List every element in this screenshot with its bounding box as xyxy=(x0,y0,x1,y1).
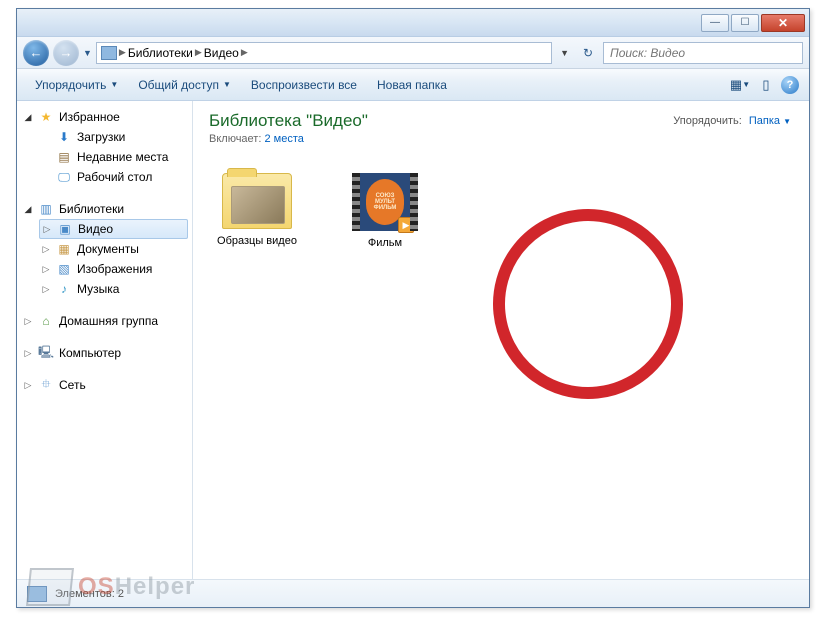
item-label: Образцы видео xyxy=(209,235,305,247)
chevron-down-icon: ◢ xyxy=(23,112,33,123)
arrange-dropdown[interactable]: Папка ▼ xyxy=(749,115,791,127)
chevron-right-icon: ▷ xyxy=(23,316,33,327)
item-film[interactable]: СОЮЗ МУЛЬТ ФИЛЬМ ▶ Фильм xyxy=(337,173,433,249)
nav-pane: ◢★Избранное ⬇Загрузки ▤Недавние места 🖵Р… xyxy=(17,101,193,579)
maximize-button[interactable]: ☐ xyxy=(731,14,759,32)
items-grid: Образцы видео СОЮЗ МУЛЬТ ФИЛЬМ ▶ Фильм xyxy=(209,173,793,249)
images-icon: ▧ xyxy=(56,261,72,277)
chevron-right-icon: ▷ xyxy=(23,348,33,359)
help-button[interactable]: ? xyxy=(781,76,799,94)
file-view: Библиотека "Видео" Включает: 2 места Упо… xyxy=(193,101,809,579)
play-all-button[interactable]: Воспроизвести все xyxy=(243,74,365,96)
sidebar-documents[interactable]: ▷▦Документы xyxy=(35,239,192,259)
sidebar-images[interactable]: ▷▧Изображения xyxy=(35,259,192,279)
sidebar-homegroup[interactable]: ▷⌂Домашняя группа xyxy=(17,311,192,331)
item-count: Элементов: 2 xyxy=(55,588,124,600)
chevron-right-icon: ▷ xyxy=(42,224,52,235)
chevron-down-icon: ◢ xyxy=(23,204,33,215)
toolbar: Упорядочить ▼ Общий доступ ▼ Воспроизвес… xyxy=(17,69,809,101)
path-dropdown-icon[interactable]: ▼ xyxy=(556,48,573,58)
chevron-down-icon: ▼ xyxy=(110,80,118,89)
breadcrumb-root[interactable]: Библиотеки xyxy=(128,46,193,60)
recent-icon: ▤ xyxy=(56,149,72,165)
network-icon: ⯐ xyxy=(38,377,54,393)
sidebar-computer[interactable]: ▷🖳Компьютер xyxy=(17,343,192,363)
star-icon: ★ xyxy=(38,109,54,125)
view-options-button[interactable]: ▦ ▼ xyxy=(729,74,751,96)
video-file-icon: СОЮЗ МУЛЬТ ФИЛЬМ ▶ xyxy=(352,173,418,231)
sidebar-network[interactable]: ▷⯐Сеть xyxy=(17,375,192,395)
chevron-right-icon: ▷ xyxy=(41,264,51,275)
preview-pane-button[interactable]: ▯ xyxy=(755,74,777,96)
libraries-icon: ▥ xyxy=(38,201,54,217)
breadcrumb-sub[interactable]: Видео xyxy=(204,46,239,60)
chevron-right-icon: ▶ xyxy=(195,47,202,58)
video-icon: ▣ xyxy=(57,221,73,237)
sidebar-video[interactable]: ▷▣Видео xyxy=(39,219,188,239)
library-locations-link[interactable]: 2 места xyxy=(264,133,303,145)
chevron-right-icon: ▷ xyxy=(41,284,51,295)
sidebar-desktop[interactable]: 🖵Рабочий стол xyxy=(35,167,192,187)
chevron-down-icon: ▼ xyxy=(783,117,791,126)
share-button[interactable]: Общий доступ ▼ xyxy=(130,74,239,96)
folder-icon xyxy=(222,173,292,229)
minimize-button[interactable]: — xyxy=(701,14,729,32)
item-sample-videos[interactable]: Образцы видео xyxy=(209,173,305,249)
item-label: Фильм xyxy=(337,237,433,249)
refresh-button[interactable]: ↻ xyxy=(577,42,599,64)
library-icon xyxy=(27,586,47,602)
chevron-right-icon: ▷ xyxy=(23,380,33,391)
sidebar-downloads[interactable]: ⬇Загрузки xyxy=(35,127,192,147)
sidebar-recent[interactable]: ▤Недавние места xyxy=(35,147,192,167)
close-button[interactable]: ✕ xyxy=(761,14,805,32)
history-dropdown-icon[interactable]: ▼ xyxy=(83,48,92,58)
chevron-right-icon: ▷ xyxy=(41,244,51,255)
chevron-right-icon: ▶ xyxy=(241,47,248,58)
search-input[interactable] xyxy=(603,42,803,64)
library-subtitle: Включает: 2 места xyxy=(209,133,793,145)
address-bar: ← → ▼ ▶ Библиотеки ▶ Видео ▶ ▼ ↻ xyxy=(17,37,809,69)
sidebar-favorites[interactable]: ◢★Избранное xyxy=(17,107,192,127)
play-overlay-icon: ▶ xyxy=(398,217,414,233)
forward-button[interactable]: → xyxy=(53,40,79,66)
desktop-icon: 🖵 xyxy=(56,169,72,185)
organize-button[interactable]: Упорядочить ▼ xyxy=(27,74,126,96)
documents-icon: ▦ xyxy=(56,241,72,257)
new-folder-button[interactable]: Новая папка xyxy=(369,74,455,96)
downloads-icon: ⬇ xyxy=(56,129,72,145)
computer-icon: 🖳 xyxy=(38,345,54,361)
content-body: ◢★Избранное ⬇Загрузки ▤Недавние места 🖵Р… xyxy=(17,101,809,579)
back-button[interactable]: ← xyxy=(23,40,49,66)
chevron-down-icon: ▼ xyxy=(223,80,231,89)
music-icon: ♪ xyxy=(56,281,72,297)
library-icon xyxy=(101,46,117,60)
titlebar: — ☐ ✕ xyxy=(17,9,809,37)
sidebar-music[interactable]: ▷♪Музыка xyxy=(35,279,192,299)
breadcrumb[interactable]: ▶ Библиотеки ▶ Видео ▶ xyxy=(96,42,552,64)
arrange-by: Упорядочить: Папка ▼ xyxy=(673,115,791,127)
status-bar: Элементов: 2 xyxy=(17,579,809,607)
chevron-right-icon: ▶ xyxy=(119,47,126,58)
sidebar-libraries[interactable]: ◢▥Библиотеки xyxy=(17,199,192,219)
explorer-window: — ☐ ✕ ← → ▼ ▶ Библиотеки ▶ Видео ▶ ▼ ↻ У… xyxy=(16,8,810,608)
homegroup-icon: ⌂ xyxy=(38,313,54,329)
